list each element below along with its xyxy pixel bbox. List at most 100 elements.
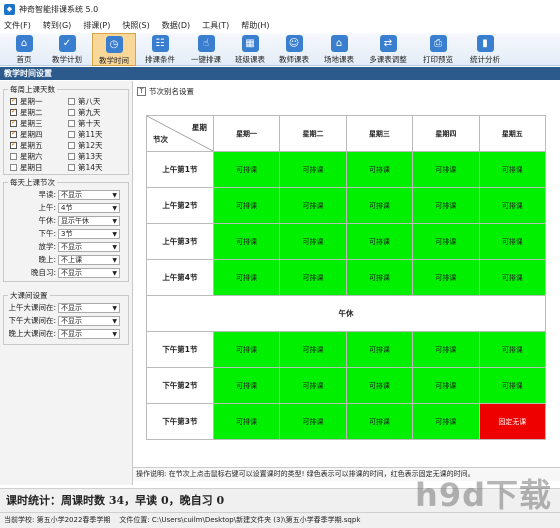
checkbox[interactable] [10, 152, 17, 160]
break-select[interactable]: 不显示 ▼ [58, 328, 120, 339]
period-select[interactable]: 不显示 ▼ [58, 267, 120, 278]
day-header-0[interactable]: 星期一 [213, 116, 281, 152]
toolbar-button-0[interactable]: ⌂ 首页 [6, 33, 42, 66]
toolbar-button-6[interactable]: ☺ 教师课表 [272, 33, 316, 66]
toolbar-button-1[interactable]: ✓ 教学计划 [42, 33, 92, 66]
toolbar-button-4[interactable]: ☝ 一键排课 [184, 33, 228, 66]
schedule-slot[interactable]: 可排课 [413, 368, 480, 404]
schedule-slot[interactable]: 可排课 [213, 260, 281, 296]
period-select[interactable]: 不显示 ▼ [58, 189, 120, 200]
afternoon-period-0[interactable]: 下午第1节 [147, 332, 214, 368]
schedule-slot[interactable]: 可排课 [413, 332, 480, 368]
break-select[interactable]: 不显示 ▼ [58, 302, 120, 313]
day-checkbox-b-5[interactable]: 第13天 [68, 151, 103, 161]
menu-item-6[interactable]: 帮助(H) [241, 20, 269, 31]
checkbox[interactable] [68, 152, 75, 160]
schedule-slot[interactable]: 可排课 [479, 332, 547, 368]
day-checkbox-a-5[interactable]: 星期六 [10, 151, 43, 161]
schedule-slot[interactable]: 可排课 [213, 332, 281, 368]
day-checkbox-a-6[interactable]: 星期日 [10, 162, 43, 172]
schedule-slot[interactable]: 可排课 [213, 188, 281, 224]
toolbar-button-2[interactable]: ◷ 教学时间 [92, 33, 136, 66]
day-checkbox-a-1[interactable]: 星期二 [10, 107, 43, 117]
schedule-slot[interactable]: 可排课 [213, 152, 281, 188]
day-checkbox-b-2[interactable]: 第十天 [68, 118, 101, 128]
schedule-slot[interactable]: 可排课 [280, 260, 347, 296]
menu-item-4[interactable]: 数据(D) [162, 20, 190, 31]
period-select[interactable]: 不显示 ▼ [58, 241, 120, 252]
schedule-slot[interactable]: 可排课 [346, 260, 414, 296]
toolbar-button-9[interactable]: ⎙ 打印预览 [414, 33, 462, 66]
schedule-slot[interactable]: 可排课 [413, 188, 480, 224]
day-checkbox-a-2[interactable]: 星期三 [10, 118, 43, 128]
schedule-slot[interactable]: 可排课 [280, 404, 347, 440]
schedule-slot[interactable]: 可排课 [479, 224, 547, 260]
schedule-slot[interactable]: 可排课 [346, 332, 414, 368]
schedule-slot[interactable]: 可排课 [413, 260, 480, 296]
schedule-slot[interactable]: 可排课 [346, 404, 414, 440]
checkbox[interactable] [10, 129, 17, 138]
day-checkbox-b-6[interactable]: 第14天 [68, 162, 103, 172]
checkbox[interactable] [68, 97, 75, 105]
schedule-slot[interactable]: 可排课 [213, 404, 281, 440]
menu-item-1[interactable]: 转到(G) [43, 20, 71, 31]
checkbox[interactable] [10, 96, 17, 105]
schedule-slot[interactable]: 可排课 [280, 188, 347, 224]
checkbox[interactable] [68, 141, 75, 149]
checkbox[interactable] [68, 130, 75, 138]
morning-period-2[interactable]: 上午第3节 [147, 224, 214, 260]
menu-item-5[interactable]: 工具(T) [202, 20, 229, 31]
day-header-3[interactable]: 星期四 [413, 116, 480, 152]
menu-item-0[interactable]: 文件(F) [4, 20, 31, 31]
day-header-4[interactable]: 星期五 [479, 116, 547, 152]
day-checkbox-a-0[interactable]: 星期一 [10, 96, 43, 106]
schedule-slot[interactable]: 可排课 [479, 368, 547, 404]
period-select[interactable]: 4节 ▼ [58, 202, 120, 213]
toolbar-button-10[interactable]: ▮ 统计分析 [462, 33, 508, 66]
schedule-slot[interactable]: 可排课 [413, 404, 480, 440]
break-select[interactable]: 不显示 ▼ [58, 315, 120, 326]
schedule-slot[interactable]: 可排课 [346, 368, 414, 404]
schedule-slot[interactable]: 可排课 [413, 224, 480, 260]
schedule-slot[interactable]: 可排课 [479, 188, 547, 224]
schedule-slot[interactable]: 可排课 [346, 224, 414, 260]
toolbar-button-8[interactable]: ⇄ 多课表调整 [362, 33, 414, 66]
schedule-slot[interactable]: 可排课 [346, 152, 414, 188]
checkbox[interactable] [10, 163, 17, 171]
toolbar-button-5[interactable]: ▦ 班级课表 [228, 33, 272, 66]
period-select[interactable]: 3节 ▼ [58, 228, 120, 239]
day-checkbox-b-0[interactable]: 第八天 [68, 96, 101, 106]
checkbox[interactable] [68, 119, 75, 127]
checkbox[interactable] [10, 140, 17, 149]
schedule-slot[interactable]: 可排课 [213, 224, 281, 260]
checkbox[interactable] [68, 108, 75, 116]
day-header-2[interactable]: 星期三 [346, 116, 414, 152]
morning-period-1[interactable]: 上午第2节 [147, 188, 214, 224]
checkbox[interactable] [10, 107, 17, 116]
schedule-slot[interactable]: 可排课 [280, 332, 347, 368]
day-checkbox-b-4[interactable]: 第12天 [68, 140, 103, 150]
afternoon-period-1[interactable]: 下午第2节 [147, 368, 214, 404]
schedule-slot[interactable]: 可排课 [280, 224, 347, 260]
period-select[interactable]: 显示午休 ▼ [58, 215, 120, 226]
schedule-slot[interactable]: 可排课 [346, 188, 414, 224]
schedule-slot[interactable]: 可排课 [413, 152, 480, 188]
morning-period-0[interactable]: 上午第1节 [147, 152, 214, 188]
schedule-slot[interactable]: 可排课 [213, 368, 281, 404]
schedule-slot[interactable]: 可排课 [479, 152, 547, 188]
morning-period-3[interactable]: 上午第4节 [147, 260, 214, 296]
alias-settings-link[interactable]: T 节次别名设置 [137, 86, 194, 97]
schedule-slot[interactable]: 可排课 [280, 368, 347, 404]
checkbox[interactable] [10, 118, 17, 127]
day-checkbox-b-3[interactable]: 第11天 [68, 129, 103, 139]
menu-item-3[interactable]: 快照(S) [122, 20, 149, 31]
day-header-1[interactable]: 星期二 [280, 116, 347, 152]
schedule-slot[interactable]: 固定无课 [479, 404, 547, 440]
schedule-slot[interactable]: 可排课 [479, 260, 547, 296]
checkbox[interactable] [68, 163, 75, 171]
toolbar-button-7[interactable]: ⌂ 场地课表 [316, 33, 362, 66]
day-checkbox-a-4[interactable]: 星期五 [10, 140, 43, 150]
menu-item-2[interactable]: 排课(P) [83, 20, 110, 31]
afternoon-period-2[interactable]: 下午第3节 [147, 404, 214, 440]
schedule-slot[interactable]: 可排课 [280, 152, 347, 188]
